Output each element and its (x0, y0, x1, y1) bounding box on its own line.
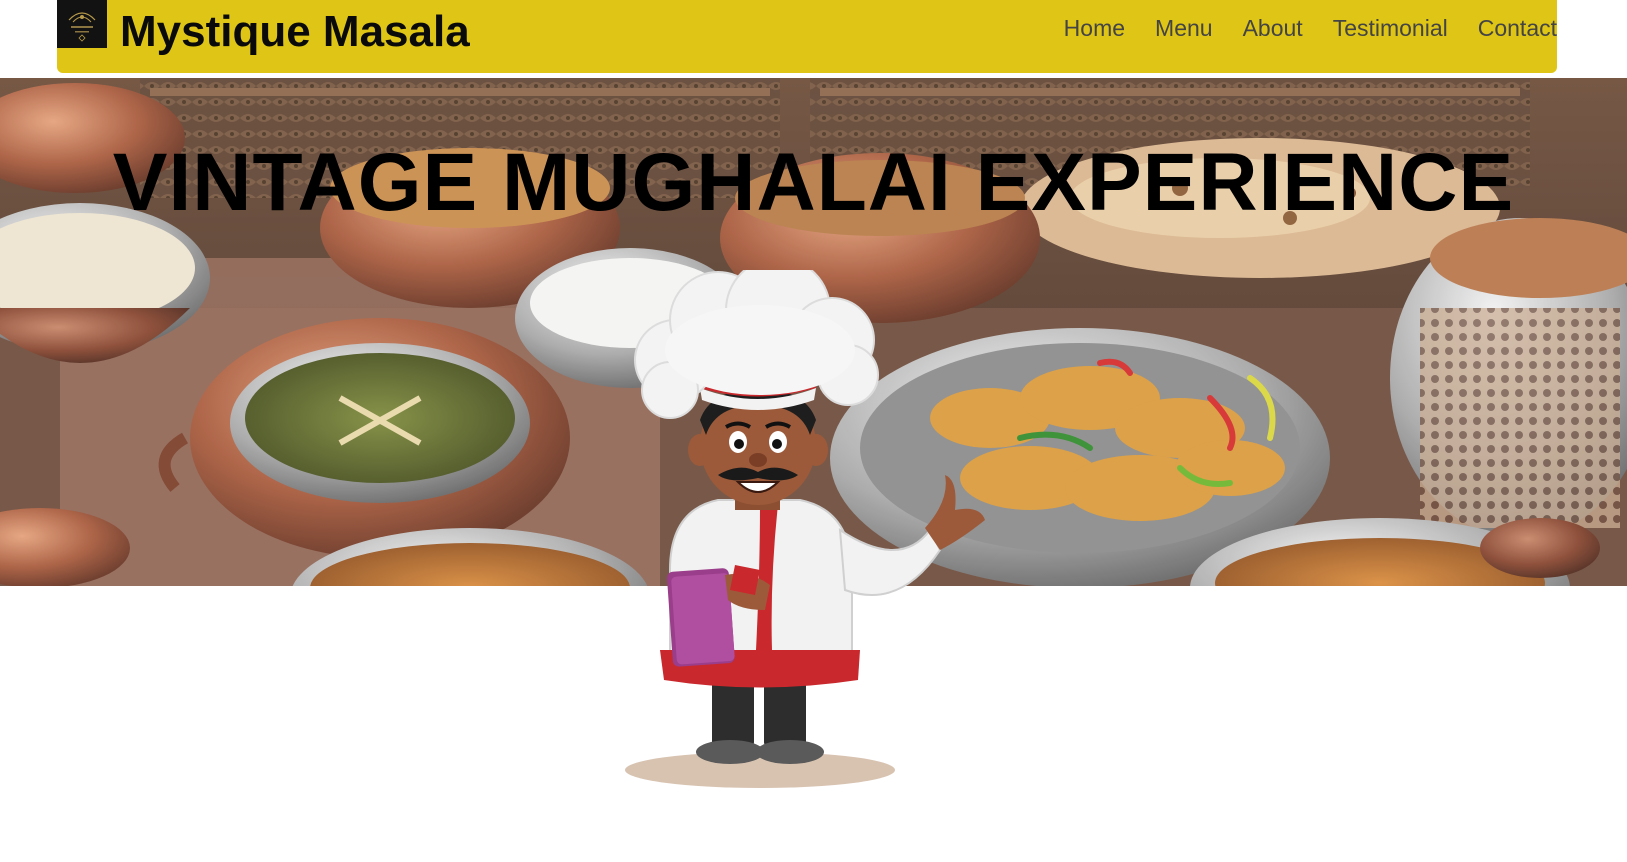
nav-link-contact[interactable]: Contact (1478, 10, 1557, 46)
page: Mystique Masala Home Menu About Testimon… (0, 0, 1627, 862)
nav-link-home[interactable]: Home (1064, 10, 1125, 46)
main-nav: Home Menu About Testimonial Contact (1064, 10, 1557, 46)
brand-name[interactable]: Mystique Masala (120, 4, 470, 60)
restaurant-logo-icon[interactable] (57, 0, 107, 48)
hero-title: VINTAGE MUGHALAI EXPERIENCE (112, 137, 1515, 228)
nav-link-testimonial[interactable]: Testimonial (1333, 10, 1448, 46)
nav-link-menu[interactable]: Menu (1155, 10, 1213, 46)
navbar: Mystique Masala Home Menu About Testimon… (57, 0, 1557, 73)
chef-mascot-illustration (625, 270, 985, 788)
nav-link-about[interactable]: About (1243, 10, 1303, 46)
